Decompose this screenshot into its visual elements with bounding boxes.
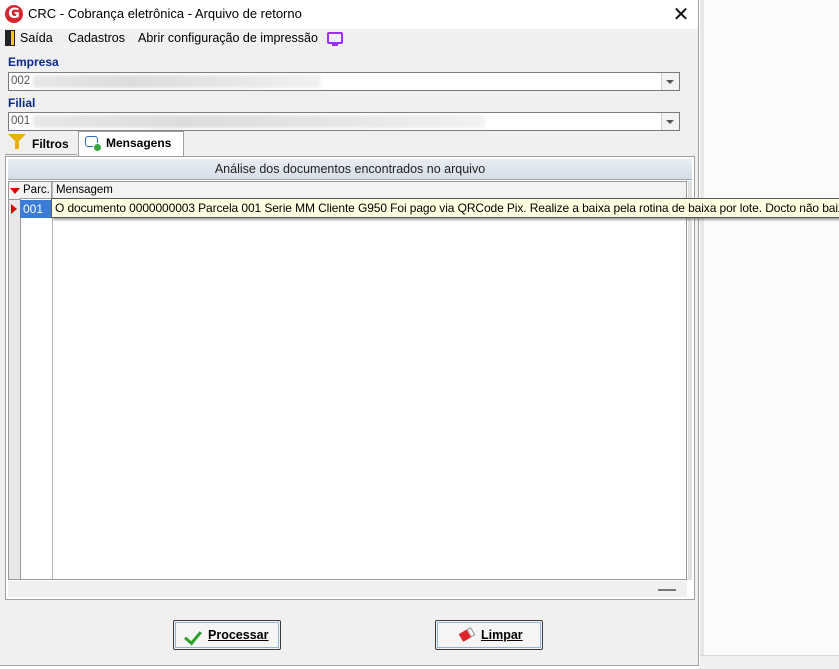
title-bar: G CRC - Cobrança eletrônica - Arquivo de…: [0, 0, 698, 29]
tab-mensagens-label: Mensagens: [106, 136, 172, 150]
filial-combo[interactable]: 001: [8, 112, 680, 131]
tab-filtros[interactable]: Filtros: [5, 131, 77, 155]
redacted-blur: [33, 75, 321, 88]
limpar-label: Limpar: [481, 628, 523, 642]
menu-bar: Saída Cadastros Abrir configuração de im…: [0, 29, 698, 51]
messages-grid[interactable]: Parc. Mensagem 001: [8, 181, 687, 580]
message-tooltip: O documento 0000000003 Parcela 001 Serie…: [51, 198, 839, 218]
backdrop-edge: [700, 0, 704, 668]
menu-abrir-configuracao[interactable]: Abrir configuração de impressão: [138, 31, 318, 45]
grid-footer: [8, 581, 687, 597]
empresa-value: 002: [11, 75, 31, 87]
chevron-down-icon[interactable]: [661, 113, 679, 130]
parc-column: [20, 182, 53, 579]
cell-parc[interactable]: 001: [20, 200, 52, 218]
tab-filtros-label: Filtros: [32, 137, 69, 151]
taskbar-edge: [700, 655, 839, 669]
window-title: CRC - Cobrança eletrônica - Arquivo de r…: [28, 6, 302, 21]
filial-label: Filial: [8, 96, 36, 110]
resize-handle[interactable]: [658, 589, 676, 591]
tab-mensagens[interactable]: Mensagens: [78, 131, 184, 156]
menu-saida[interactable]: Saída: [20, 31, 53, 45]
column-header-parc[interactable]: Parc.: [20, 182, 52, 199]
crc-logo-icon: G: [5, 5, 23, 23]
vertical-scrollbar[interactable]: [688, 181, 692, 580]
check-icon: [184, 626, 202, 646]
desktop-backdrop: [700, 0, 839, 669]
empresa-combo[interactable]: 002: [8, 72, 680, 91]
row-pointer-icon: [11, 204, 17, 214]
message-icon: [85, 136, 102, 152]
eraser-icon: [458, 627, 476, 642]
messages-panel: Análise dos documentos encontrados no ar…: [5, 156, 695, 600]
door-exit-icon[interactable]: [5, 30, 15, 46]
menu-cadastros[interactable]: Cadastros: [68, 31, 125, 45]
empresa-label: Empresa: [8, 55, 59, 69]
chevron-down-icon[interactable]: [661, 73, 679, 90]
panel-header: Análise dos documentos encontrados no ar…: [8, 159, 692, 180]
sort-indicator-icon[interactable]: [9, 182, 20, 200]
filial-value: 001: [11, 115, 31, 127]
column-header-mensagem[interactable]: Mensagem: [53, 182, 686, 199]
close-button[interactable]: ✕: [664, 0, 698, 29]
limpar-button[interactable]: Limpar: [435, 620, 543, 650]
main-window: G CRC - Cobrança eletrônica - Arquivo de…: [0, 0, 699, 666]
processar-label: Processar: [208, 628, 269, 642]
funnel-icon: [8, 134, 26, 149]
monitor-icon[interactable]: [327, 32, 343, 46]
processar-button[interactable]: Processar: [173, 620, 281, 650]
redacted-blur: [33, 115, 485, 128]
